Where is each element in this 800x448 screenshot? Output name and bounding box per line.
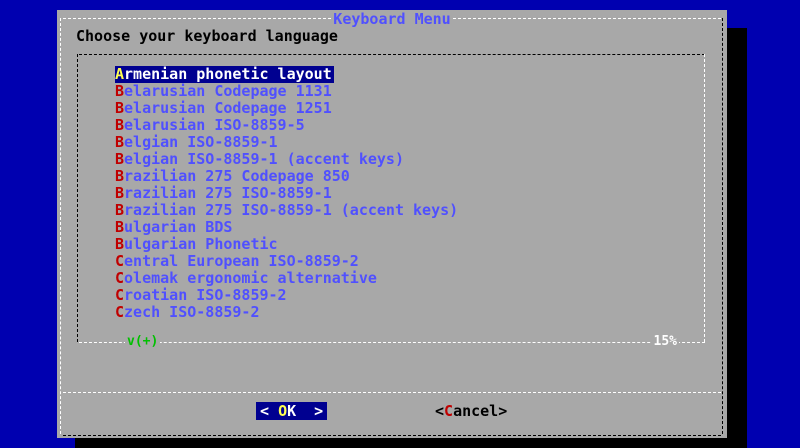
list-item-text: zech ISO-8859-2 [124, 303, 260, 321]
list-item-text: olemak ergonomic alternative [124, 269, 377, 287]
ok-button-rest: K [287, 402, 297, 420]
list-item[interactable]: Belarusian ISO-8859-5 [115, 116, 458, 134]
keyboard-menu-dialog: Keyboard Menu Choose your keyboard langu… [57, 10, 727, 438]
list-item[interactable]: Belgian ISO-8859-1 [115, 133, 458, 151]
list-item-label: Colemak ergonomic alternative [115, 269, 377, 287]
list-item-label: Brazilian 275 Codepage 850 [115, 167, 350, 185]
list-item-hotkey: B [115, 218, 125, 236]
listbox-border-bottom [79, 342, 705, 343]
ok-button[interactable]: < OK > [256, 402, 328, 420]
list-item-label: Belarusian Codepage 1251 [115, 99, 332, 117]
list-item-hotkey: B [115, 150, 125, 168]
cancel-button-right: > [498, 402, 508, 420]
list-item-text: rmenian phonetic layout [124, 65, 332, 83]
ok-button-left: < [260, 402, 279, 420]
list-item[interactable]: Central European ISO-8859-2 [115, 252, 458, 270]
list-item-text: elgian ISO-8859-1 (accent keys) [124, 150, 404, 168]
list-item-hotkey: B [115, 184, 125, 202]
dialog-border-right [722, 18, 723, 434]
list-item[interactable]: Brazilian 275 ISO-8859-1 (accent keys) [115, 201, 458, 219]
list-item-text: roatian ISO-8859-2 [124, 286, 287, 304]
list-item-hotkey: C [115, 303, 125, 321]
list-item-label: Croatian ISO-8859-2 [115, 286, 287, 304]
listbox-border-left [77, 54, 78, 342]
cancel-button[interactable]: <Cancel> [435, 402, 507, 420]
list-item-hotkey: C [115, 269, 125, 287]
list-item-hotkey: A [115, 65, 125, 83]
list-item-label: Belarusian Codepage 1131 [115, 82, 332, 100]
dialog-border-bottom [63, 435, 721, 436]
list-item[interactable]: Croatian ISO-8859-2 [115, 286, 458, 304]
scroll-percent: 15% [651, 333, 679, 351]
list-item-hotkey: B [115, 235, 125, 253]
dialog-shadow-right [727, 28, 747, 440]
list-item-hotkey: B [115, 133, 125, 151]
list-item-label: Czech ISO-8859-2 [115, 303, 260, 321]
listbox-border-top [79, 54, 705, 55]
list-item[interactable]: Armenian phonetic layout [115, 65, 458, 83]
dialog-prompt: Choose your keyboard language [76, 27, 338, 45]
list-item[interactable]: Belarusian Codepage 1251 [115, 99, 458, 117]
list-item-text: ulgarian Phonetic [124, 235, 278, 253]
list-item-label: Belgian ISO-8859-1 [115, 133, 278, 151]
list-item-hotkey: B [115, 116, 125, 134]
ok-button-right: > [296, 402, 324, 420]
listbox-border-right [704, 54, 705, 342]
list-item-label: Bulgarian BDS [115, 218, 232, 236]
dialog-title-bar: Keyboard Menu [57, 10, 727, 28]
list-item-label: Brazilian 275 ISO-8859-1 [115, 184, 332, 202]
list-item-label: Brazilian 275 ISO-8859-1 (accent keys) [115, 201, 458, 219]
scroll-down-indicator[interactable]: v(+) [125, 333, 161, 351]
list-item-hotkey: B [115, 201, 125, 219]
list-item[interactable]: Brazilian 275 Codepage 850 [115, 167, 458, 185]
list-item[interactable]: Colemak ergonomic alternative [115, 269, 458, 287]
dialog-button-separator [63, 392, 721, 393]
list-item[interactable]: Belarusian Codepage 1131 [115, 82, 458, 100]
ok-button-hotkey: O [278, 402, 288, 420]
list-item-label: Belarusian ISO-8859-5 [115, 116, 305, 134]
list-item-hotkey: C [115, 286, 125, 304]
list-item-hotkey: B [115, 99, 125, 117]
cancel-button-hotkey: C [444, 402, 454, 420]
cancel-button-left: < [435, 402, 445, 420]
list-item[interactable]: Bulgarian BDS [115, 218, 458, 236]
list-item-hotkey: C [115, 252, 125, 270]
list-item-selected-label: Armenian phonetic layout [115, 66, 334, 83]
list-item[interactable]: Brazilian 275 ISO-8859-1 [115, 184, 458, 202]
list-item-hotkey: B [115, 82, 125, 100]
dialog-border-left [60, 18, 61, 434]
dialog-title: Keyboard Menu [331, 10, 453, 28]
dialog-shadow-bottom [75, 438, 747, 448]
list-item-label: Central European ISO-8859-2 [115, 252, 359, 270]
list-item[interactable]: Czech ISO-8859-2 [115, 303, 458, 321]
list-item-text: entral European ISO-8859-2 [124, 252, 359, 270]
list-item-hotkey: B [115, 167, 125, 185]
list-item-text: elarusian Codepage 1131 [124, 82, 332, 100]
list-item-text: elgian ISO-8859-1 [124, 133, 278, 151]
list-item-label: Belgian ISO-8859-1 (accent keys) [115, 150, 404, 168]
list-item-text: razilian 275 ISO-8859-1 [124, 184, 332, 202]
list-item-text: ulgarian BDS [124, 218, 233, 236]
list-item-text: razilian 275 ISO-8859-1 (accent keys) [124, 201, 459, 219]
keyboard-language-list[interactable]: Armenian phonetic layout Belarusian Codep… [115, 65, 458, 321]
list-item[interactable]: Belgian ISO-8859-1 (accent keys) [115, 150, 458, 168]
list-item[interactable]: Bulgarian Phonetic [115, 235, 458, 253]
list-item-text: elarusian ISO-8859-5 [124, 116, 305, 134]
list-item-text: elarusian Codepage 1251 [124, 99, 332, 117]
cancel-button-rest: ancel [453, 402, 499, 420]
list-item-text: razilian 275 Codepage 850 [124, 167, 350, 185]
list-item-label: Bulgarian Phonetic [115, 235, 278, 253]
